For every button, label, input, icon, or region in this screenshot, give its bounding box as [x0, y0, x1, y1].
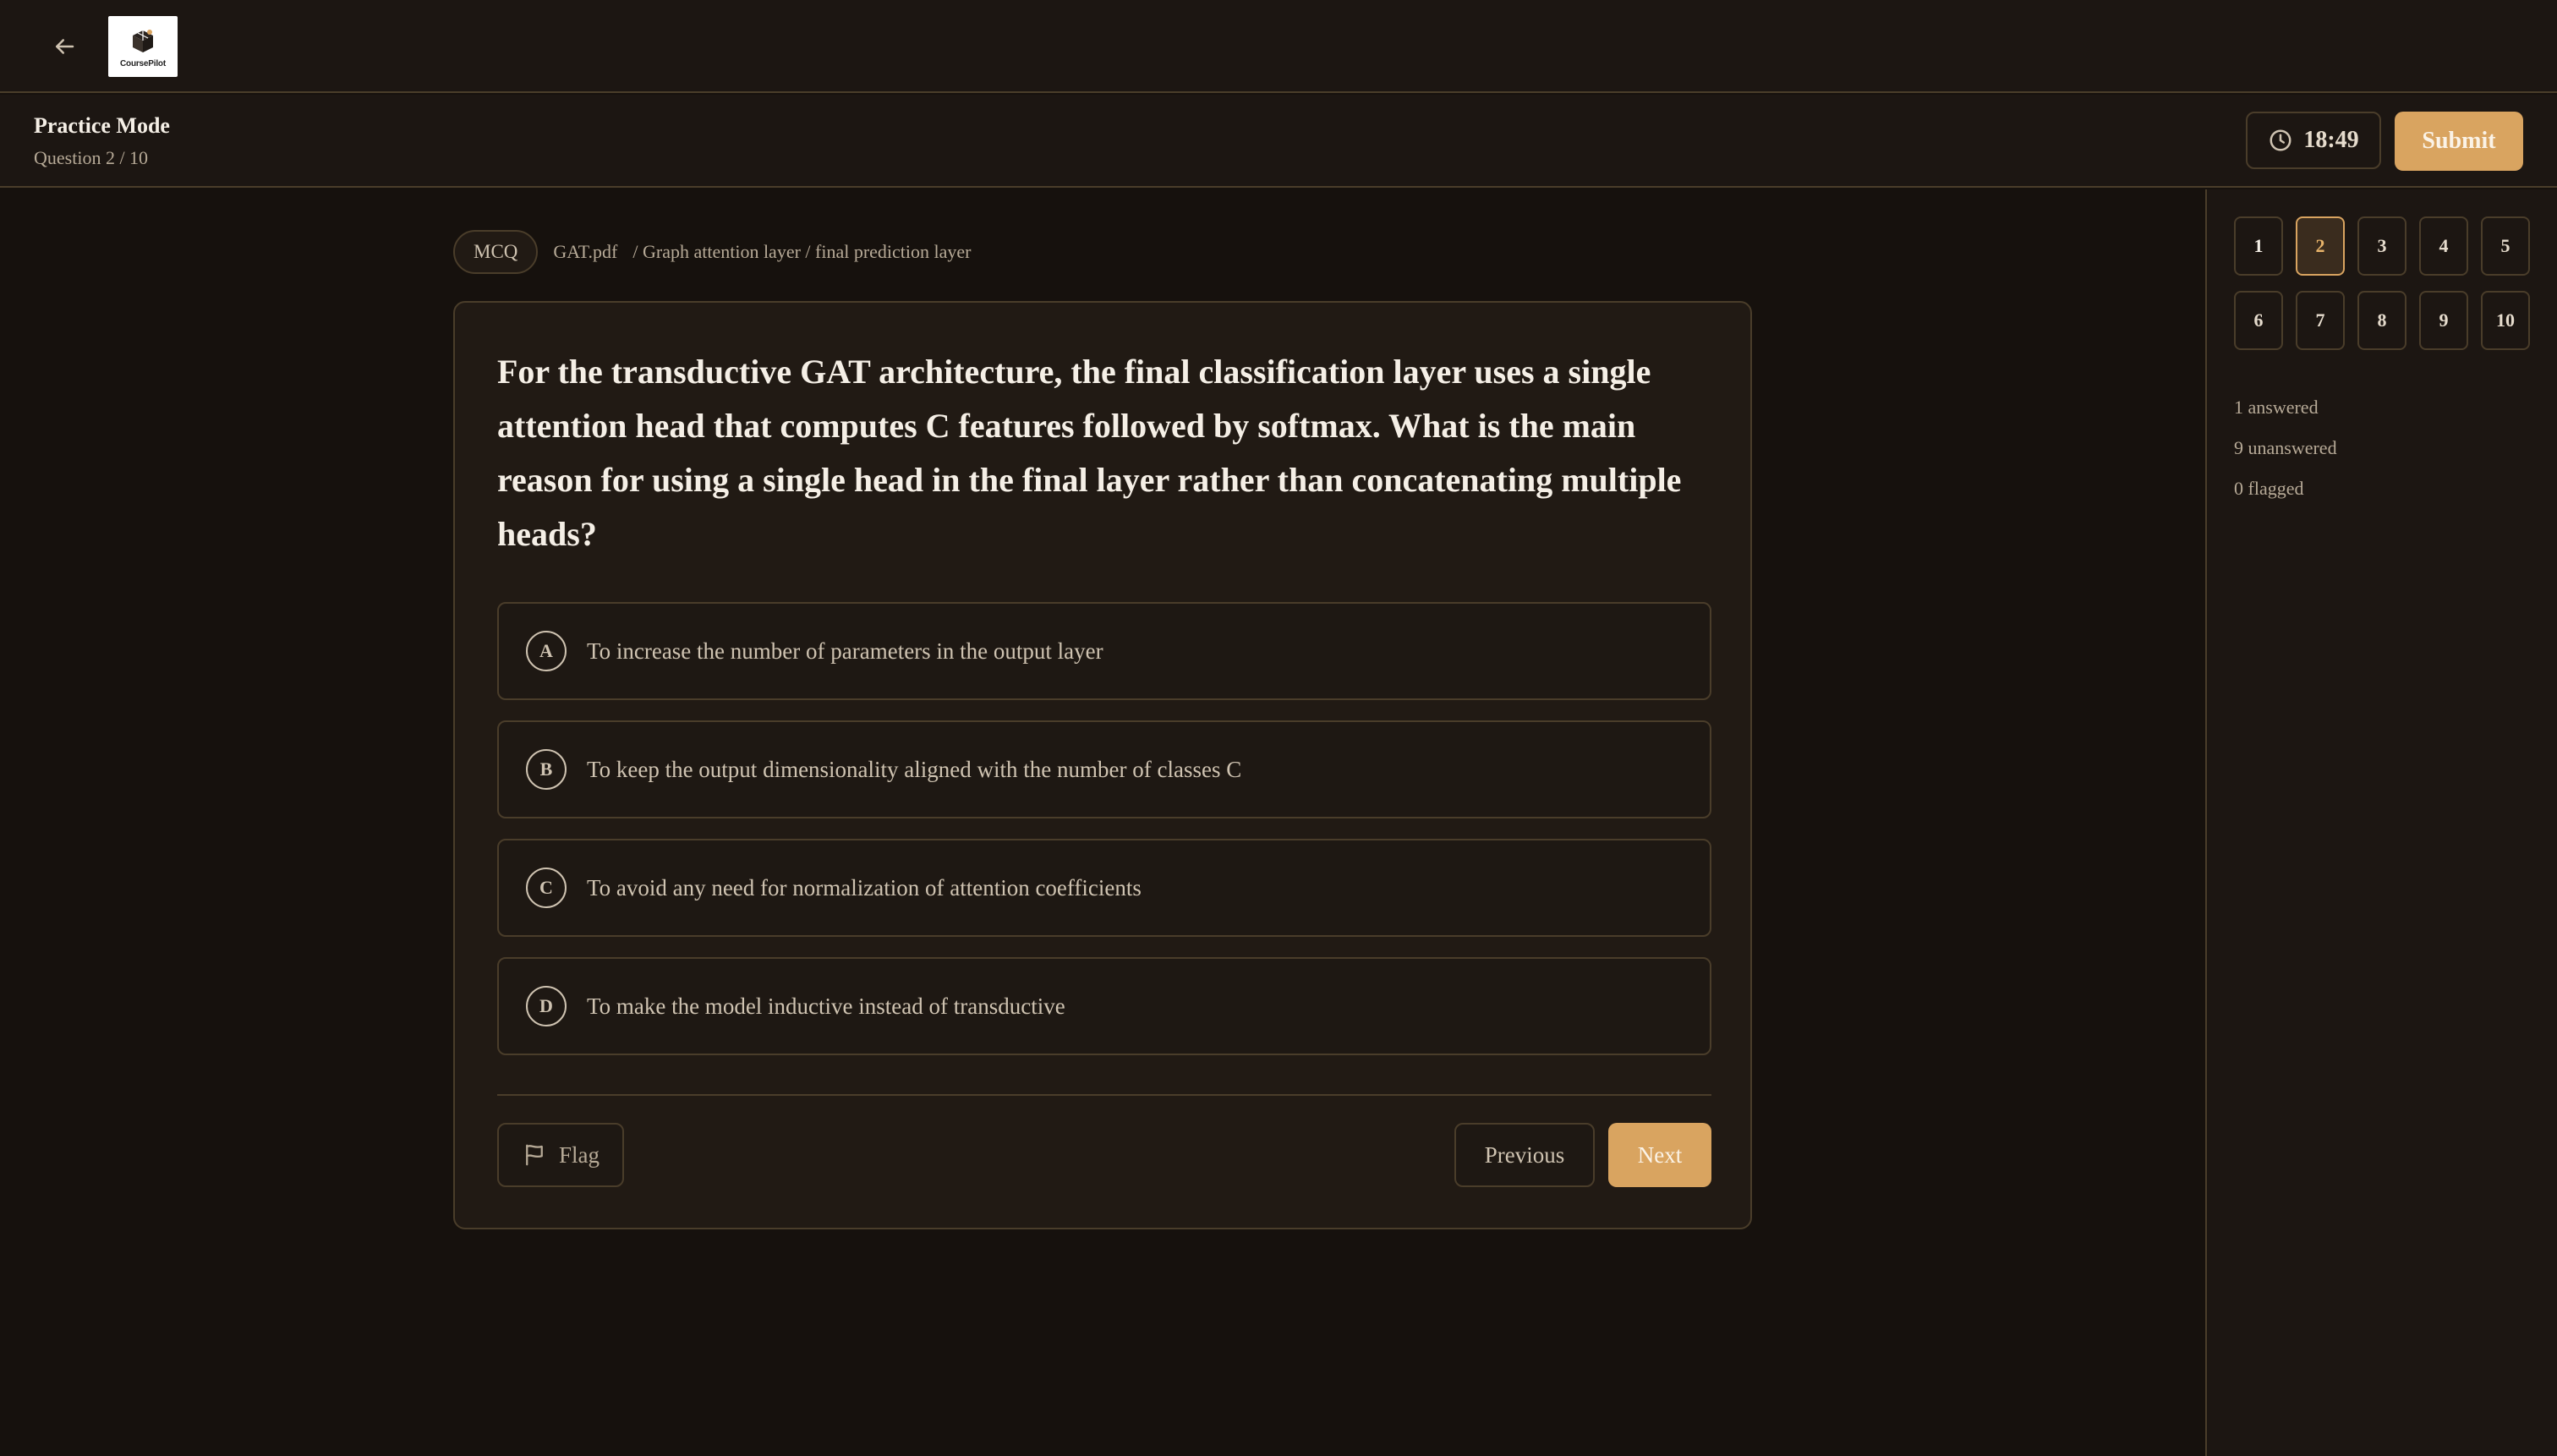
- question-nav-1[interactable]: 1: [2234, 216, 2283, 276]
- app-logo[interactable]: CoursePilot: [108, 16, 178, 77]
- option-c[interactable]: C To avoid any need for normalization of…: [497, 839, 1711, 937]
- logo-text: CoursePilot: [120, 58, 166, 68]
- exam-header: Practice Mode Question 2 / 10 18:49 Subm…: [0, 95, 2557, 188]
- question-card: For the transductive GAT architecture, t…: [453, 301, 1752, 1229]
- clock-icon: [2270, 129, 2291, 151]
- flag-button[interactable]: Flag: [497, 1123, 624, 1187]
- question-nav-6[interactable]: 6: [2234, 291, 2283, 350]
- question-nav-9[interactable]: 9: [2419, 291, 2468, 350]
- question-nav-7[interactable]: 7: [2296, 291, 2345, 350]
- unanswered-count: 9 unanswered: [2234, 437, 2337, 458]
- question-progress: Question 2 / 10: [34, 147, 149, 168]
- page-title: Practice Mode: [34, 113, 170, 138]
- question-nav-5[interactable]: 5: [2481, 216, 2530, 276]
- top-bar: CoursePilot: [0, 0, 2557, 93]
- option-text: To increase the number of parameters in …: [587, 638, 1103, 664]
- option-a[interactable]: A To increase the number of parameters i…: [497, 602, 1711, 700]
- breadcrumb-path: / Graph attention layer / final predicti…: [632, 241, 972, 262]
- flag-icon: [526, 1144, 543, 1166]
- question-nav-10[interactable]: 10: [2481, 291, 2530, 350]
- option-d[interactable]: D To make the model inductive instead of…: [497, 957, 1711, 1055]
- option-text: To make the model inductive instead of t…: [587, 993, 1065, 1019]
- answered-count: 1 answered: [2234, 397, 2319, 418]
- option-letter: D: [526, 986, 567, 1026]
- logo-icon: [133, 29, 153, 52]
- flag-label: Flag: [558, 1141, 600, 1168]
- question-nav-3[interactable]: 3: [2357, 216, 2406, 276]
- breadcrumb: MCQ GAT.pdf / Graph attention layer / fi…: [453, 230, 972, 274]
- breadcrumb-source: GAT.pdf: [553, 241, 618, 262]
- submit-button[interactable]: Submit: [2395, 112, 2523, 171]
- progress-stats: 1 answered 9 unanswered 0 flagged: [2234, 387, 2337, 509]
- question-type-badge: MCQ: [453, 230, 539, 274]
- option-text: To avoid any need for normalization of a…: [587, 874, 1142, 900]
- option-text: To keep the output dimensionality aligne…: [587, 756, 1242, 782]
- timer-value: 18:49: [2303, 127, 2359, 153]
- question-nav-8[interactable]: 8: [2357, 291, 2406, 350]
- question-nav-2[interactable]: 2: [2296, 216, 2345, 276]
- arrow-left-icon: [56, 39, 74, 54]
- option-letter: B: [526, 749, 567, 790]
- card-divider: [497, 1094, 1711, 1096]
- question-navigator: 1 2 3 4 5 6 7 8 9 10 1 answered 9 unansw…: [2205, 189, 2557, 1456]
- previous-button[interactable]: Previous: [1454, 1123, 1595, 1187]
- question-grid: 1 2 3 4 5 6 7 8 9 10: [2234, 216, 2530, 350]
- flagged-count: 0 flagged: [2234, 478, 2304, 499]
- option-letter: A: [526, 631, 567, 671]
- next-button[interactable]: Next: [1608, 1123, 1711, 1187]
- back-button[interactable]: [44, 29, 85, 64]
- option-b[interactable]: B To keep the output dimensionality alig…: [497, 720, 1711, 818]
- question-nav-4[interactable]: 4: [2419, 216, 2468, 276]
- question-text: For the transductive GAT architecture, t…: [497, 353, 1682, 553]
- option-letter: C: [526, 868, 567, 908]
- timer: 18:49: [2246, 112, 2381, 169]
